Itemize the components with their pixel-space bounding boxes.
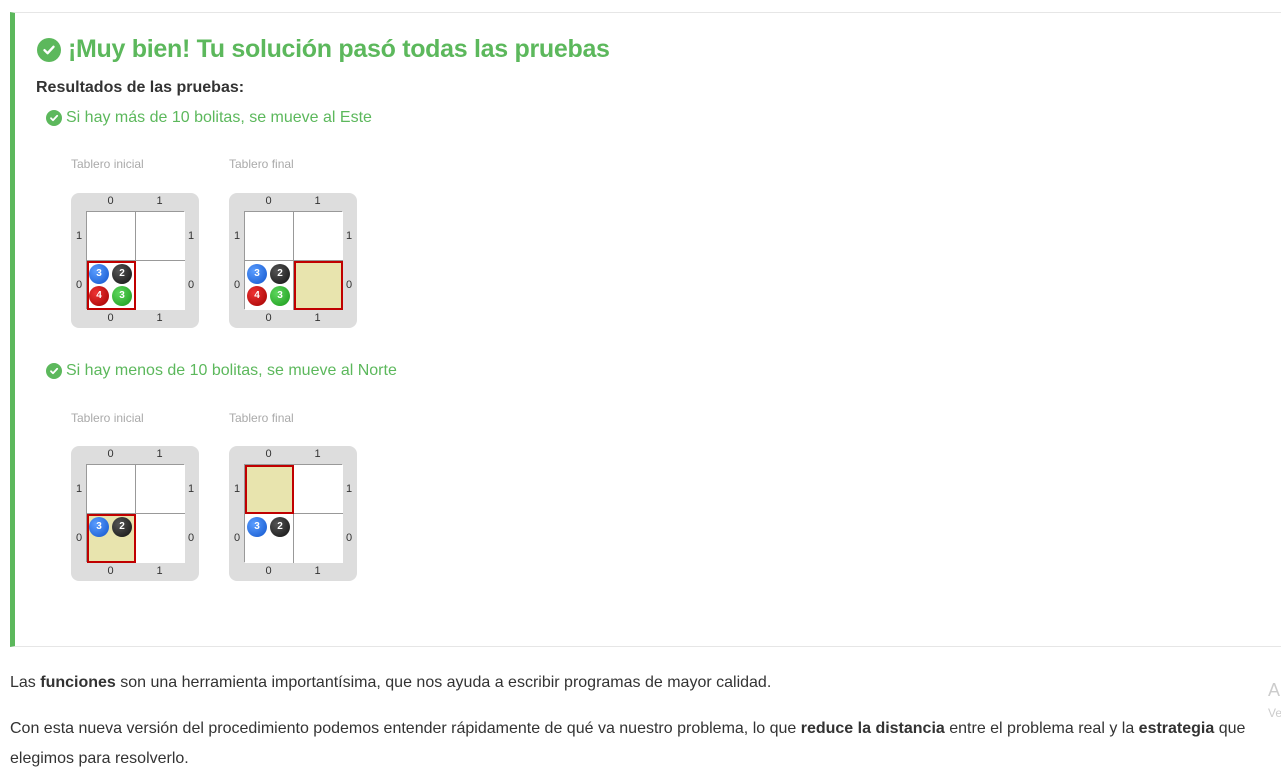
col-coord: 0 xyxy=(265,312,272,324)
board-cell xyxy=(136,465,185,514)
clipped-side-text: A xyxy=(1268,680,1281,700)
board-grid: 3 2 4 3 xyxy=(244,211,343,310)
board-cell: 3 2 4 3 xyxy=(245,261,294,310)
test-title-2: Si hay menos de 10 bolitas, se mueve al … xyxy=(46,362,397,380)
row-coord: 0 xyxy=(75,279,83,291)
board-cell xyxy=(136,212,185,261)
row-coord: 0 xyxy=(233,279,241,291)
board-initial-1: 0 1 0 1 1 0 1 0 3 2 4 3 xyxy=(71,193,199,328)
board-final-2: 0 1 0 1 1 0 1 0 3 2 xyxy=(229,446,357,581)
ball-green: 3 xyxy=(270,286,290,306)
board-cell: 3 2 xyxy=(245,514,294,563)
board-initial-2: 0 1 0 1 1 0 1 0 3 2 xyxy=(71,446,199,581)
col-coord: 1 xyxy=(314,565,321,577)
col-coord: 1 xyxy=(314,195,321,207)
bold-text: funciones xyxy=(40,674,116,691)
board-cell-head: 3 2 4 3 xyxy=(87,261,136,310)
ball-blue: 3 xyxy=(89,517,109,537)
result-title-text: ¡Muy bien! Tu solución pasó todas las pr… xyxy=(68,35,610,63)
ball-black: 2 xyxy=(270,264,290,284)
col-coord: 0 xyxy=(265,448,272,460)
final-board-label: Tablero final xyxy=(229,157,294,171)
board-cell xyxy=(294,514,343,563)
board-cell xyxy=(294,465,343,514)
text: Las xyxy=(10,674,41,691)
clipped-side-text: Ve xyxy=(1268,706,1281,720)
col-coord: 0 xyxy=(107,448,114,460)
check-circle-icon xyxy=(46,110,62,126)
row-coord: 1 xyxy=(345,230,353,242)
col-coord: 1 xyxy=(156,195,163,207)
ball-red: 4 xyxy=(89,286,109,306)
paragraph-functions: Las funciones son una herramienta import… xyxy=(10,668,771,698)
test-title-text: Si hay más de 10 bolitas, se mueve al Es… xyxy=(66,109,372,126)
text: que xyxy=(1214,720,1246,737)
col-coord: 0 xyxy=(107,312,114,324)
ball-black: 2 xyxy=(112,264,132,284)
row-coord: 1 xyxy=(187,483,195,495)
text: entre el problema real y la xyxy=(944,720,1139,737)
paragraph-new-version: Con esta nueva versión del procedimiento… xyxy=(10,714,1272,771)
board-grid: 3 2 xyxy=(244,464,343,563)
row-coord: 0 xyxy=(75,532,83,544)
board-cell-head xyxy=(294,261,343,310)
test-results-panel: ¡Muy bien! Tu solución pasó todas las pr… xyxy=(10,12,1281,647)
row-coord: 0 xyxy=(187,532,195,544)
board-cell-head xyxy=(245,465,294,514)
ball-black: 2 xyxy=(270,517,290,537)
board-cell-head: 3 2 xyxy=(87,514,136,563)
col-coord: 0 xyxy=(265,195,272,207)
col-coord: 0 xyxy=(265,565,272,577)
board-cell xyxy=(136,261,185,310)
check-circle-icon xyxy=(37,37,61,62)
board-grid: 3 2 xyxy=(86,464,185,563)
test-title-1: Si hay más de 10 bolitas, se mueve al Es… xyxy=(46,109,372,127)
row-coord: 1 xyxy=(187,230,195,242)
row-coord: 1 xyxy=(75,483,83,495)
ball-black: 2 xyxy=(112,517,132,537)
board-final-1: 0 1 0 1 1 0 1 0 3 2 4 3 xyxy=(229,193,357,328)
row-coord: 1 xyxy=(233,230,241,242)
text: son una herramienta importantísima, que … xyxy=(115,674,772,691)
board-cell xyxy=(245,212,294,261)
board-cell xyxy=(136,514,185,563)
ball-green: 3 xyxy=(112,286,132,306)
col-coord: 1 xyxy=(156,312,163,324)
row-coord: 1 xyxy=(345,483,353,495)
board-cell xyxy=(294,212,343,261)
board-cell xyxy=(87,465,136,514)
row-coord: 1 xyxy=(233,483,241,495)
col-coord: 0 xyxy=(107,195,114,207)
board-grid: 3 2 4 3 xyxy=(86,211,185,310)
ball-blue: 3 xyxy=(247,517,267,537)
test-title-text: Si hay menos de 10 bolitas, se mueve al … xyxy=(66,362,397,379)
result-title: ¡Muy bien! Tu solución pasó todas las pr… xyxy=(37,35,610,64)
text: elegimos para resolverlo. xyxy=(10,750,189,767)
col-coord: 0 xyxy=(107,565,114,577)
col-coord: 1 xyxy=(314,312,321,324)
results-heading: Resultados de las pruebas: xyxy=(36,79,245,96)
ball-blue: 3 xyxy=(247,264,267,284)
final-board-label: Tablero final xyxy=(229,411,294,425)
text: Con esta nueva versión del procedimiento… xyxy=(10,720,801,737)
row-coord: 0 xyxy=(233,532,241,544)
ball-blue: 3 xyxy=(89,264,109,284)
ball-red: 4 xyxy=(247,286,267,306)
row-coord: 0 xyxy=(345,532,353,544)
row-coord: 0 xyxy=(345,279,353,291)
col-coord: 1 xyxy=(314,448,321,460)
col-coord: 1 xyxy=(156,448,163,460)
initial-board-label: Tablero inicial xyxy=(71,411,144,425)
bold-text: reduce la distancia xyxy=(800,720,945,737)
col-coord: 1 xyxy=(156,565,163,577)
board-cell xyxy=(87,212,136,261)
check-circle-icon xyxy=(46,363,62,379)
initial-board-label: Tablero inicial xyxy=(71,157,144,171)
row-coord: 0 xyxy=(187,279,195,291)
bold-text: estrategia xyxy=(1138,720,1215,737)
row-coord: 1 xyxy=(75,230,83,242)
